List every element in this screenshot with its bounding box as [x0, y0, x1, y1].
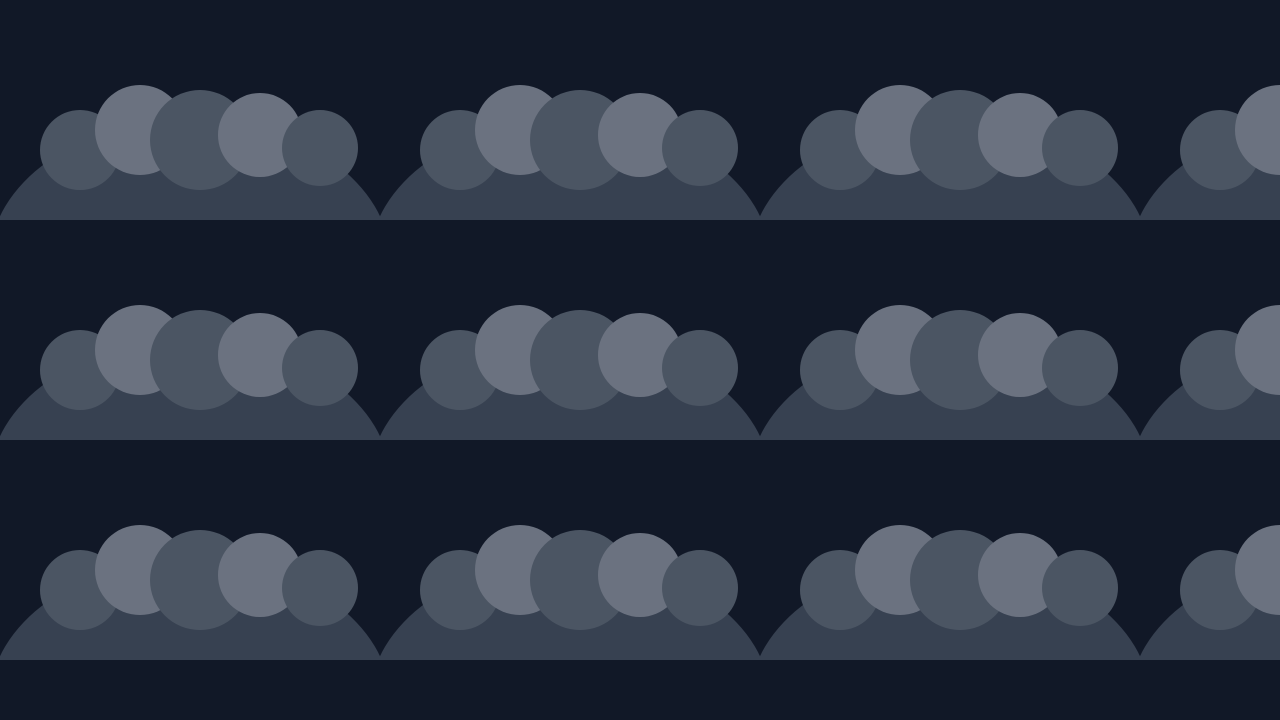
app-page-card: Introduction Settings Latest activities …	[201, 92, 1264, 720]
content-area: ⊞ MyFavorito Introduction Settings Lates…	[185, 52, 1280, 720]
merchants-section: MyFavorito for Shopify merchants - run y…	[202, 680, 1263, 720]
main-content: 🔍 ⊞ MyFavorito Introduction Settings Lat…	[185, 0, 1280, 720]
